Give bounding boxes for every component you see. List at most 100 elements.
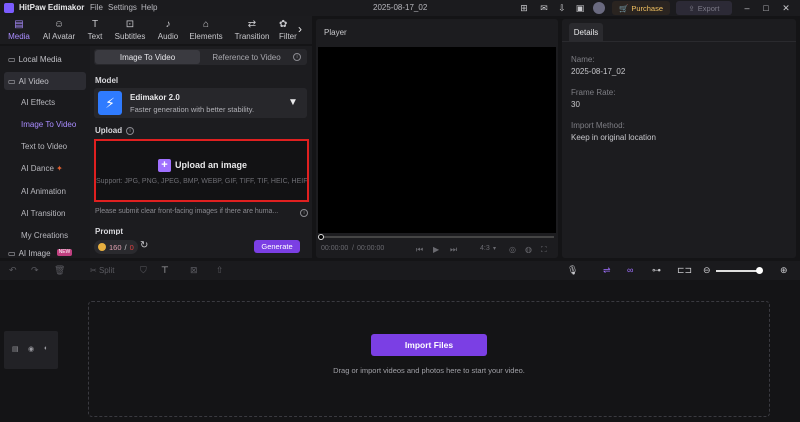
generate-button[interactable]: Generate xyxy=(254,240,300,253)
purchase-button[interactable]: 🛒 Purchase xyxy=(612,1,670,15)
upload-dropzone[interactable]: + Upload an image Support: JPG, PNG, JPE… xyxy=(94,139,309,202)
export-icon: ⇪ xyxy=(688,3,695,13)
tab-transition[interactable]: ⇄ Transition xyxy=(232,16,272,44)
upload-label: Upload xyxy=(95,126,123,135)
avatar[interactable] xyxy=(593,2,605,14)
ai-image-icon: ▭ xyxy=(8,249,16,258)
audio-toggle-icon[interactable]: ◐ xyxy=(44,345,48,352)
time-separator: / xyxy=(352,245,354,252)
sidebar-item-my-creations[interactable]: My Creations xyxy=(21,231,68,240)
tab-text[interactable]: T Text xyxy=(84,16,106,44)
sidebar-item-ai-transition[interactable]: AI Transition xyxy=(21,209,65,218)
app-title: HitPaw Edimakor xyxy=(19,3,85,12)
import-method-value: Keep in original location xyxy=(571,133,656,142)
media-icon: ▤ xyxy=(14,18,24,30)
tab-image-to-video[interactable]: Image To Video xyxy=(95,50,200,64)
name-value: 2025-08-17_02 xyxy=(571,67,626,76)
next-frame-icon[interactable]: ⏭ xyxy=(450,245,457,255)
credits-display: 160/0 xyxy=(94,240,138,254)
menu-help[interactable]: Help xyxy=(141,3,157,12)
sidebar-item-ai-video[interactable]: ▭ AI Video xyxy=(4,72,86,90)
import-method-label: Import Method: xyxy=(571,121,625,130)
undo-icon[interactable]: ↶ xyxy=(9,265,17,276)
import-files-button[interactable]: Import Files xyxy=(371,334,487,356)
player-panel: Player 00:00:00 / 00:00:00 ⏮ ▶ ⏭ 4:3 ▾ ◎… xyxy=(316,19,558,258)
info-icon[interactable]: i xyxy=(126,126,135,135)
model-select[interactable]: ⚡ Edimakor 2.0 Faster generation with be… xyxy=(94,88,307,118)
text-edit-icon[interactable]: ⊤ xyxy=(161,265,169,276)
sidebar-item-ai-image[interactable]: ▭ AI Image NEW xyxy=(4,249,86,258)
audio-icon: ♪ xyxy=(165,18,171,30)
menu-file[interactable]: File xyxy=(90,3,103,12)
info-icon[interactable]: i xyxy=(293,53,301,61)
sidebar-item-ai-effects[interactable]: AI Effects xyxy=(21,98,55,107)
coin-icon xyxy=(98,243,106,251)
magnet-icon[interactable]: ∞ xyxy=(627,265,633,276)
zoom-out-icon[interactable]: ⊖ xyxy=(703,265,711,276)
split-button[interactable]: ✂ Split xyxy=(90,265,115,276)
film-icon[interactable]: ▤ xyxy=(12,345,19,353)
tab-media[interactable]: ▤ Media xyxy=(6,16,32,44)
layout-icon[interactable]: ▣ xyxy=(574,2,586,14)
link-icon[interactable]: ⇌ xyxy=(603,265,611,276)
shield-icon[interactable]: ⛉ xyxy=(140,265,147,276)
tab-subtitles[interactable]: ⊡ Subtitles xyxy=(112,16,148,44)
message-icon[interactable]: ✉ xyxy=(538,2,550,14)
download-icon[interactable]: ⇩ xyxy=(556,2,568,14)
lightning-icon: ⚡ xyxy=(98,91,122,115)
time-total: 00:00:00 xyxy=(357,245,385,252)
subtitles-icon: ⊡ xyxy=(125,18,135,30)
sidebar: ▭ Local Media ▭ AI Video AI Effects Image … xyxy=(0,46,90,258)
export-button[interactable]: ⇪ Export xyxy=(676,1,732,15)
playback-scrubber[interactable] xyxy=(320,236,554,238)
track-icon[interactable]: ⊏⊐ xyxy=(677,265,692,276)
upload-icon[interactable]: ⇧ xyxy=(216,265,224,276)
zoom-slider-handle[interactable] xyxy=(756,267,763,274)
mode-switch: Image To Video Reference to Video i xyxy=(94,49,307,65)
timeline-dropzone[interactable]: Import Files Drag or import videos and p… xyxy=(88,301,770,417)
frame-rate-label: Frame Rate: xyxy=(571,88,616,97)
refresh-icon[interactable]: ↻ xyxy=(140,240,148,251)
tab-reference-to-video[interactable]: Reference to Video xyxy=(200,50,293,64)
ai-video-icon: ▭ xyxy=(8,76,16,86)
name-label: Name: xyxy=(571,55,595,64)
chevron-down-icon: ▼ xyxy=(288,97,298,108)
close-icon[interactable]: ✕ xyxy=(780,2,792,14)
play-icon[interactable]: ▶ xyxy=(433,245,439,254)
sidebar-item-ai-animation[interactable]: AI Animation xyxy=(21,187,66,196)
sidebar-item-local-media[interactable]: ▭ Local Media xyxy=(4,50,86,68)
tab-filter[interactable]: ✿ Filter xyxy=(279,16,299,44)
minimize-icon[interactable]: – xyxy=(741,2,753,14)
divider xyxy=(562,41,796,42)
delete-icon[interactable]: 🗑 xyxy=(54,265,65,276)
fullscreen-icon[interactable]: ⛶ xyxy=(541,245,547,255)
info-icon[interactable]: i xyxy=(300,209,308,217)
microphone-icon[interactable]: 🎙 xyxy=(567,265,578,276)
snap-icon[interactable]: ⊶ xyxy=(652,265,661,276)
menu-settings[interactable]: Settings xyxy=(108,3,137,12)
chevron-down-icon[interactable]: ▾ xyxy=(493,245,496,252)
volume-icon[interactable]: ◍ xyxy=(525,245,532,254)
upload-hint: Please submit clear front-facing images … xyxy=(95,208,279,215)
crop-icon[interactable]: ⊠ xyxy=(190,265,198,276)
tab-audio[interactable]: ♪ Audio xyxy=(154,16,182,44)
tab-details[interactable]: Details xyxy=(569,23,603,41)
tab-ai-avatar[interactable]: ☺ AI Avatar xyxy=(40,16,78,44)
redo-icon[interactable]: ↷ xyxy=(31,265,39,276)
gift-icon[interactable]: ⊞ xyxy=(518,2,530,14)
aspect-ratio[interactable]: 4:3 xyxy=(480,245,490,252)
upload-support-text: Support: JPG, PNG, JPEG, BMP, WEBP, GIF,… xyxy=(96,178,307,185)
maximize-icon[interactable]: □ xyxy=(760,2,772,14)
eye-icon[interactable]: ◉ xyxy=(28,345,34,353)
tab-elements[interactable]: ⌂ Elements xyxy=(188,16,224,44)
prev-frame-icon[interactable]: ⏮ xyxy=(416,245,423,255)
zoom-in-icon[interactable]: ⊕ xyxy=(780,265,788,276)
title-bar: HitPaw Edimakor File Settings Help 2025-… xyxy=(0,0,800,16)
snapshot-icon[interactable]: ◎ xyxy=(509,245,516,254)
chevron-right-icon[interactable]: › xyxy=(298,22,302,36)
zoom-slider[interactable] xyxy=(716,270,760,272)
playhead-handle[interactable] xyxy=(318,234,324,240)
sidebar-item-text-to-video[interactable]: Text to Video xyxy=(21,142,67,151)
sidebar-item-image-to-video[interactable]: Image To Video xyxy=(21,120,76,129)
sidebar-item-ai-dance[interactable]: AI Dance ✦ xyxy=(21,164,63,173)
